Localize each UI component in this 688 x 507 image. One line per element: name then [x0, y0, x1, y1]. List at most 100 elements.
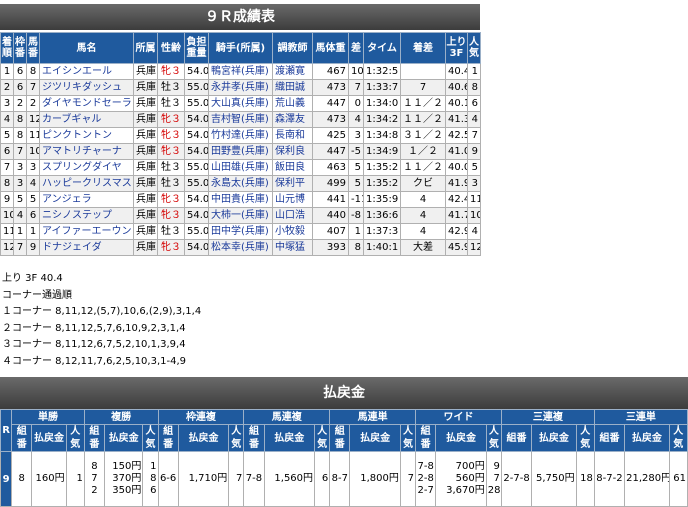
- cell-trainer[interactable]: 長南和: [272, 127, 313, 144]
- payout-umaren_fuku-pay: 1,560円: [263, 451, 316, 507]
- cell-popularity: 4: [467, 111, 481, 128]
- payout-sub-header-1: 払戻金: [103, 424, 144, 452]
- cell-trainer[interactable]: 山元博: [272, 191, 313, 208]
- cell-jockey[interactable]: 田中学(兵庫): [208, 223, 273, 240]
- cell-jockey[interactable]: 永島太(兵庫): [208, 175, 273, 192]
- note-line: 上り 3F 40.4: [2, 273, 63, 284]
- cell-horse-name[interactable]: ニシノステップ: [39, 207, 134, 224]
- cell-sex-age: 牝３: [157, 143, 185, 160]
- payout-value: 3,670円: [446, 485, 485, 496]
- cell-margin: ３１／２: [400, 127, 446, 144]
- payout-sanrenpuku-pop: 18: [575, 451, 595, 507]
- cell-affiliation: 兵庫: [133, 79, 158, 96]
- header-popularity: 人気: [467, 32, 481, 64]
- cell-weight: 54.0: [184, 111, 209, 128]
- header-horse-name: 馬名: [39, 32, 134, 64]
- cell-horse-name[interactable]: カーブギャル: [39, 111, 134, 128]
- cell-trainer[interactable]: 山口浩: [272, 207, 313, 224]
- cell-last-3f: 41.3: [445, 111, 468, 128]
- payout-value: 160円: [35, 473, 65, 484]
- payout-umaren_tan-pay: 1,800円: [349, 451, 401, 507]
- cell-popularity: 10: [467, 207, 481, 224]
- table-row: 4812カーブギャル兵庫牝３54.0吉村智(兵庫)森澤友47341:34:2１１…: [0, 111, 481, 128]
- payout-umaren_fuku-combo: 7-8: [243, 451, 265, 507]
- payout-value: 8-7: [331, 473, 348, 484]
- cell-affiliation: 兵庫: [133, 175, 158, 192]
- cell-frame: 5: [13, 191, 27, 208]
- race-number: 9: [0, 451, 13, 507]
- cell-trainer[interactable]: 保利良: [272, 143, 313, 160]
- cell-margin: １／２: [400, 143, 446, 160]
- cell-last-3f: 42.5: [445, 127, 468, 144]
- payout-sub-header-0: 組番: [83, 424, 106, 452]
- cell-horse-name[interactable]: アイファーエーウン: [39, 223, 134, 240]
- cell-jockey[interactable]: 吉村智(兵庫): [208, 111, 273, 128]
- cell-diff: 8: [348, 239, 364, 256]
- payout-sub-header-2: 人気: [228, 424, 245, 452]
- cell-jockey[interactable]: 田野豊(兵庫): [208, 143, 273, 160]
- cell-horse-name[interactable]: アンジェラ: [39, 191, 134, 208]
- header-number: 馬番: [26, 32, 40, 64]
- cell-trainer[interactable]: 保利平: [272, 175, 313, 192]
- cell-trainer[interactable]: 織田誠: [272, 79, 313, 96]
- cell-last-3f: 42.9: [445, 223, 468, 240]
- header-frame: 枠番: [13, 32, 27, 64]
- cell-body-weight: 473: [312, 79, 349, 96]
- cell-number: 7: [26, 79, 40, 96]
- cell-jockey[interactable]: 山田雄(兵庫): [208, 159, 273, 176]
- cell-jockey[interactable]: 大山真(兵庫): [208, 95, 273, 112]
- payout-sub-header-2: 人気: [399, 424, 417, 452]
- cell-frame: 6: [13, 63, 27, 80]
- cell-horse-name[interactable]: ドナジェイダ: [39, 239, 134, 256]
- cell-number: 1: [26, 223, 40, 240]
- cell-trainer[interactable]: 森澤友: [272, 111, 313, 128]
- cell-trainer[interactable]: 小牧毅: [272, 223, 313, 240]
- cell-weight: 54.0: [184, 143, 209, 160]
- payout-group-tansho: 単勝: [11, 409, 85, 425]
- payout-sub-header-0: 組番: [329, 424, 351, 452]
- cell-popularity: 1: [467, 63, 481, 80]
- cell-jockey[interactable]: 大柿一(兵庫): [208, 207, 273, 224]
- cell-frame: 8: [13, 127, 27, 144]
- cell-margin: １１／２: [400, 111, 446, 128]
- header-affiliation: 所属: [133, 32, 158, 64]
- cell-frame: 3: [13, 159, 27, 176]
- cell-last-3f: 40.1: [445, 95, 468, 112]
- cell-horse-name[interactable]: アマトリチャーナ: [39, 143, 134, 160]
- cell-trainer[interactable]: 荒山義: [272, 95, 313, 112]
- payout-fukusho-pop: 186: [142, 451, 159, 507]
- cell-jockey[interactable]: 永井孝(兵庫): [208, 79, 273, 96]
- cell-jockey[interactable]: 中田貴(兵庫): [208, 191, 273, 208]
- cell-horse-name[interactable]: ダイヤモンドセーラ: [39, 95, 134, 112]
- cell-body-weight: 407: [312, 223, 349, 240]
- cell-horse-name[interactable]: エイシンエール: [39, 63, 134, 80]
- payout-sanrenpuku-combo: 2-7-8: [500, 451, 533, 507]
- cell-horse-name[interactable]: ピンクトントン: [39, 127, 134, 144]
- cell-sex-age: 牡３: [157, 159, 185, 176]
- payout-group-umaren_fuku: 馬連複: [243, 409, 331, 425]
- cell-trainer[interactable]: 渡瀬寛: [272, 63, 313, 80]
- cell-margin: クビ: [400, 175, 446, 192]
- cell-affiliation: 兵庫: [133, 159, 158, 176]
- cell-trainer[interactable]: 中塚猛: [272, 239, 313, 256]
- cell-horse-name[interactable]: ジツリキダッシュ: [39, 79, 134, 96]
- payout-sub-header-2: 人気: [575, 424, 595, 452]
- payout-sub-header-0: 組番: [11, 424, 33, 452]
- cell-rank: 5: [0, 127, 14, 144]
- cell-trainer[interactable]: 飯田良: [272, 159, 313, 176]
- payout-value: 7-8: [245, 473, 263, 484]
- cell-last-3f: 41.9: [445, 175, 468, 192]
- payout-value: 7: [493, 473, 500, 484]
- header-jockey: 騎手(所属): [208, 32, 273, 64]
- cell-time: 1:34:9: [363, 143, 401, 160]
- cell-rank: 8: [0, 175, 14, 192]
- cell-horse-name[interactable]: スプリングダイヤ: [39, 159, 134, 176]
- payout-sub-header: 組番 払戻金 人気 組番 払戻金 人気 組番 払戻金 人気 組番 払戻金 人気 組番 払戻金 人気 組番 払戻金…: [1, 424, 688, 452]
- cell-rank: 1: [0, 63, 14, 80]
- cell-jockey[interactable]: 松本幸(兵庫): [208, 239, 273, 256]
- cell-jockey[interactable]: 鴨宮祥(兵庫): [208, 63, 273, 80]
- payout-value: 2-7-8: [503, 473, 530, 484]
- cell-jockey[interactable]: 竹村達(兵庫): [208, 127, 273, 144]
- payout-wakuren-pop: 7: [228, 451, 245, 507]
- cell-horse-name[interactable]: ハッピークリスマス: [39, 175, 134, 192]
